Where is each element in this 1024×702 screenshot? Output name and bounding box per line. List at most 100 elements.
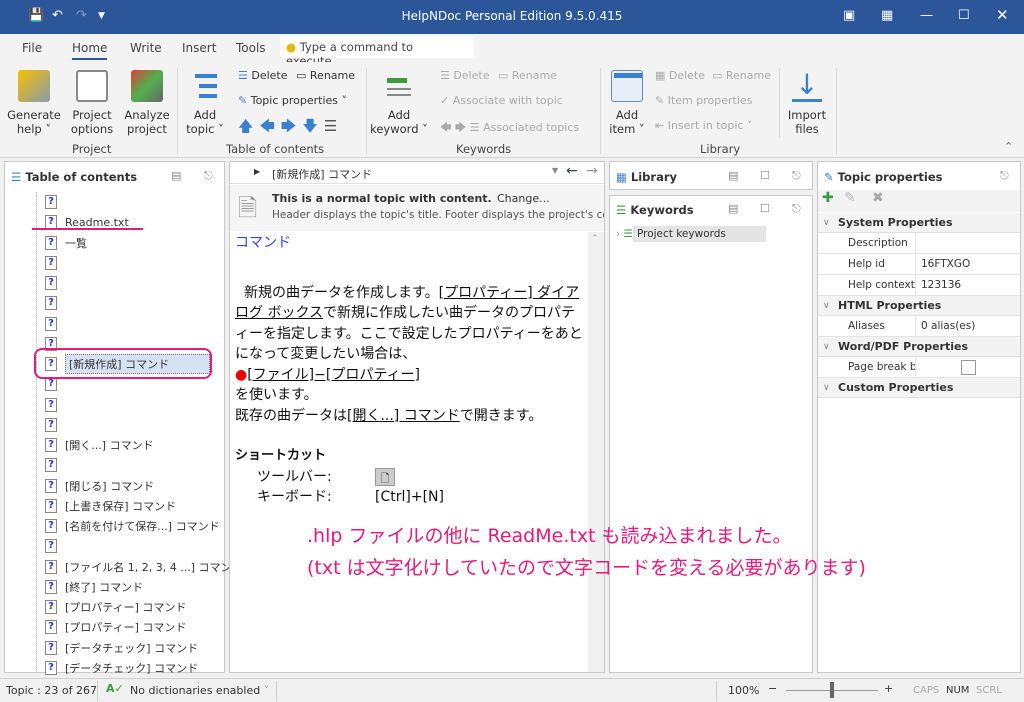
panel-minimize-icon[interactable]: ▤ (171, 169, 181, 182)
toc-item[interactable]: ? [データチェック] コマンド (45, 638, 198, 658)
panel-minimize-icon[interactable]: ▤ (728, 202, 738, 215)
toc-item[interactable]: ? [終了] コマンド (45, 577, 143, 597)
toc-item[interactable]: ? (45, 293, 65, 313)
zoom-in-button[interactable]: + (884, 682, 893, 695)
section-html-properties[interactable]: HTML Properties (818, 296, 1020, 316)
toc-item[interactable]: ? [プロパティー] コマンド (45, 617, 186, 637)
pin-icon[interactable]: ⎋ (204, 169, 213, 183)
toc-item[interactable]: ? (45, 455, 65, 475)
history-dropdown-icon[interactable]: ▼ (552, 166, 558, 175)
property-row[interactable]: Aliases 0 alias(es) (818, 316, 1020, 337)
tab-write[interactable]: Write (130, 41, 162, 55)
command-input[interactable]: ● Type a command to execute... (280, 36, 474, 68)
toc-item[interactable]: ? (45, 192, 65, 212)
library-delete-button[interactable]: ▦ Delete (655, 69, 705, 82)
help-icon[interactable]: ▣ (843, 8, 855, 23)
maximize-button[interactable]: ☐ (958, 8, 970, 23)
forward-icon[interactable]: → (586, 163, 598, 179)
tab-insert[interactable]: Insert (182, 41, 216, 55)
move-right-icon[interactable]: 🡆 (281, 117, 303, 135)
property-value[interactable]: 0 alias(es) (916, 316, 1020, 336)
pin-icon[interactable]: ⎋ (792, 169, 801, 183)
toc-delete-button[interactable]: ☰ Delete (238, 69, 288, 82)
insert-in-topic-button[interactable]: ⇤ Insert in topic ˅ (655, 119, 752, 132)
toc-item[interactable]: ? (45, 536, 65, 556)
associate-with-topic-button[interactable]: ✓ Associate with topic (440, 94, 563, 107)
close-button[interactable]: ✕ (996, 6, 1009, 24)
move-down-icon[interactable]: 🡇 (302, 117, 323, 135)
keyword-delete-button[interactable]: ☰ Delete (440, 69, 490, 82)
minimize-button[interactable]: — (920, 8, 933, 23)
property-value[interactable] (916, 233, 1020, 253)
open-command-link[interactable]: [開く...] コマンド (347, 408, 460, 424)
section-system-properties[interactable]: System Properties (818, 213, 1020, 233)
property-row[interactable]: Description (818, 233, 1020, 254)
tab-home[interactable]: Home (72, 41, 108, 60)
toc-item[interactable]: ? (45, 314, 65, 334)
topic-properties-button[interactable]: ✎ Topic properties ˅ (238, 94, 347, 107)
collapse-ribbon-icon[interactable]: ⌃ (1004, 140, 1013, 153)
toc-item[interactable]: ? [ファイル名 1, 2, 3, 4 ...] コマンド (45, 557, 243, 577)
panel-maximize-icon[interactable]: ☐ (760, 169, 770, 182)
item-properties-button[interactable]: ✎ Item properties (655, 94, 752, 107)
expand-chevron-icon[interactable]: › (616, 228, 620, 240)
move-left-icon[interactable]: 🡄 (259, 117, 281, 135)
associated-topics-button[interactable]: 🡄 🡆 ☰ Associated topics (440, 119, 579, 138)
tab-file[interactable]: File (22, 41, 42, 55)
toc-item[interactable]: ? 一覧 (45, 233, 87, 253)
add-keyword-button[interactable]: Add keyword ˅ (370, 70, 428, 136)
project-options-button[interactable]: Project options (66, 70, 118, 136)
section-word-pdf-properties[interactable]: Word/PDF Properties (818, 337, 1020, 357)
editor-scrollbar[interactable]: ⌃ (588, 232, 604, 672)
tab-tools[interactable]: Tools (236, 41, 266, 55)
keyword-tree-root[interactable]: › ☰ Project keywords (612, 224, 812, 244)
add-item-button[interactable]: Add item ˅ (606, 70, 648, 136)
property-row[interactable]: Page break be (818, 357, 1020, 378)
pin-icon[interactable]: ⎋ (1000, 169, 1009, 183)
toc-icon: ☰ (11, 170, 22, 184)
import-files-button[interactable]: ↓ Import files (784, 70, 830, 137)
analyze-project-button[interactable]: Analyze project (122, 70, 172, 136)
property-value[interactable]: 123136 (916, 275, 1020, 295)
zoom-out-button[interactable]: − (768, 682, 777, 695)
scroll-up-icon[interactable]: ⌃ (591, 234, 599, 244)
back-icon[interactable]: ← (566, 163, 578, 179)
pin-icon[interactable]: ⎋ (792, 202, 801, 216)
add-property-icon[interactable]: ✚ (822, 190, 834, 206)
dictionary-dropdown[interactable]: No dictionaries enabled ˅ (130, 684, 269, 697)
change-link[interactable]: Change... (497, 192, 550, 205)
property-value[interactable]: 16FTXGO (916, 254, 1020, 274)
toc-move-buttons[interactable]: 🡅🡄🡆🡇☰ (238, 116, 343, 141)
toc-item[interactable]: ? (45, 253, 65, 273)
expand-icon[interactable]: ▶ (254, 167, 260, 176)
property-grid: System Properties Description Help id16F… (818, 213, 1020, 398)
panel-maximize-icon[interactable]: ☐ (760, 202, 770, 215)
property-row[interactable]: Help id 16FTXGO (818, 254, 1020, 275)
keyword-rename-button[interactable]: ▭ Rename (498, 69, 557, 82)
generate-help-button[interactable]: Generate help ˅ (6, 70, 62, 136)
fullscreen-icon[interactable]: ▦ (881, 8, 893, 23)
toc-item[interactable]: ? [上書き保存] コマンド (45, 496, 176, 516)
edit-property-icon[interactable]: ✎ (844, 190, 856, 206)
library-rename-button[interactable]: ▭ Rename (712, 69, 771, 82)
section-custom-properties[interactable]: Custom Properties (818, 378, 1020, 398)
toc-rename-button[interactable]: ▭ Rename (296, 69, 355, 82)
move-up-icon[interactable]: 🡅 (238, 117, 259, 135)
property-row[interactable]: Help context 123136 (818, 275, 1020, 296)
add-topic-button[interactable]: Add topic ˅ (183, 70, 227, 136)
toc-item[interactable]: ? [開く...] コマンド (45, 435, 154, 455)
toc-item[interactable]: ? (45, 415, 65, 435)
toc-item[interactable]: ? [プロパティー] コマンド (45, 597, 186, 617)
zoom-slider-thumb[interactable] (830, 682, 834, 698)
toc-item[interactable]: ? (45, 273, 65, 293)
toc-item[interactable]: ? [名前を付けて保存...] コマンド (45, 516, 220, 536)
file-properties-link[interactable]: [ファイル]−[プロパティー] (247, 367, 420, 383)
toc-item[interactable]: ? (45, 395, 65, 415)
list-icon[interactable]: ☰ (324, 117, 343, 135)
toc-item[interactable]: ? [データチェック] コマンド (45, 658, 198, 678)
delete-property-icon[interactable]: ✖ (872, 190, 884, 206)
page-break-checkbox[interactable] (961, 360, 976, 375)
document-body[interactable]: コマンド 新規の曲データを作成します。[プロパティー] ダイアログ ボックスで新… (235, 232, 583, 508)
panel-minimize-icon[interactable]: ▤ (728, 169, 738, 182)
toc-item[interactable]: ? [閉じる] コマンド (45, 476, 154, 496)
